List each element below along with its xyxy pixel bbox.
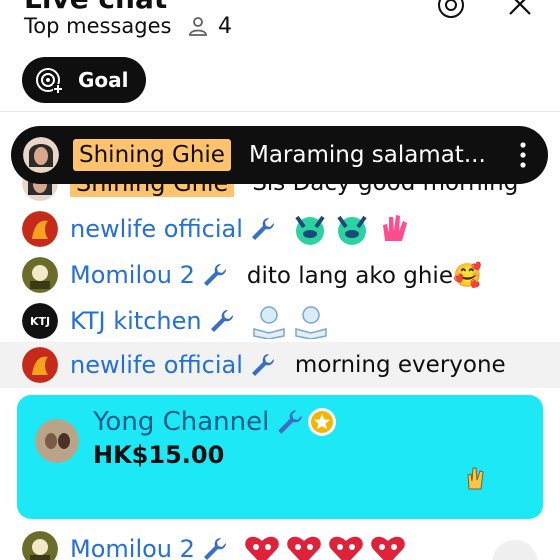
person-icon bbox=[189, 17, 207, 36]
wrench-icon bbox=[203, 263, 226, 286]
chat-emojis bbox=[250, 303, 330, 339]
lightbulb-book-emoji bbox=[252, 306, 285, 339]
chat-text: dito lang ako ghie🥰 bbox=[246, 262, 482, 289]
superchat-author[interactable]: Yong Channel bbox=[93, 407, 269, 437]
red-heart-face-emoji bbox=[329, 536, 363, 560]
chat-message[interactable]: Momilou 2 bbox=[0, 526, 560, 560]
chat-author[interactable]: Momilou 2 bbox=[70, 535, 195, 560]
chat-emojis bbox=[291, 211, 413, 247]
red-heart-face-emoji bbox=[371, 536, 405, 560]
superchat-card[interactable]: Yong Channel HK$15.00 bbox=[17, 395, 543, 519]
avatar bbox=[22, 531, 58, 560]
wrench-icon bbox=[251, 217, 274, 240]
superchat-author-row: Yong Channel bbox=[93, 407, 337, 437]
pinned-message[interactable]: Shining Ghie Maraming salamat... bbox=[11, 126, 548, 184]
chat-emojis bbox=[243, 531, 407, 560]
avatar bbox=[23, 137, 59, 173]
gear-icon[interactable] bbox=[434, 0, 468, 22]
waving-hand-emoji bbox=[382, 215, 407, 241]
top-messages-dropdown[interactable]: Top messages bbox=[24, 12, 171, 40]
avatar: KTJ bbox=[22, 303, 58, 339]
hands-raised-emoji bbox=[337, 215, 367, 245]
sticker-icon bbox=[467, 467, 484, 490]
wrench-icon bbox=[210, 309, 233, 332]
hands-raised-emoji bbox=[295, 215, 325, 245]
chat-message[interactable]: Momilou 2 dito lang ako ghie🥰 bbox=[0, 252, 560, 298]
red-heart-face-emoji bbox=[287, 536, 321, 560]
goal-button[interactable]: Goal bbox=[22, 57, 146, 103]
superchat-amount: HK$15.00 bbox=[93, 441, 225, 469]
chat-message[interactable]: KTJ KTJ kitchen bbox=[0, 298, 560, 344]
chat-author[interactable]: newlife official bbox=[70, 215, 243, 243]
viewer-count-value: 4 bbox=[218, 13, 232, 39]
chat-author[interactable]: newlife official bbox=[70, 351, 243, 379]
pinned-author-badge: Shining Ghie bbox=[73, 139, 231, 171]
avatar bbox=[22, 211, 58, 247]
avatar bbox=[22, 347, 58, 383]
more-vert-icon[interactable] bbox=[520, 142, 526, 168]
chat-message[interactable]: newlife official bbox=[0, 206, 560, 252]
close-icon[interactable] bbox=[506, 0, 534, 18]
svg-text:KTJ: KTJ bbox=[30, 315, 50, 328]
chat-message[interactable]: newlife official morning everyone bbox=[0, 342, 560, 388]
avatar bbox=[35, 419, 79, 463]
chat-header: Live chat Top messages 4 Goal bbox=[0, 0, 560, 112]
wrench-icon bbox=[251, 353, 274, 376]
goal-label: Goal bbox=[78, 68, 129, 92]
pinned-message-text: Maraming salamat... bbox=[248, 142, 486, 168]
wrench-icon bbox=[278, 410, 303, 434]
wrench-icon bbox=[203, 537, 226, 560]
avatar bbox=[22, 257, 58, 293]
viewer-count: 4 bbox=[186, 12, 232, 40]
goal-icon bbox=[36, 68, 63, 94]
lightbulb-book-emoji bbox=[294, 306, 327, 339]
chat-author[interactable]: Momilou 2 bbox=[70, 261, 195, 289]
chat-author[interactable]: KTJ kitchen bbox=[70, 307, 202, 335]
member-star-icon bbox=[308, 408, 337, 436]
chat-text: morning everyone bbox=[294, 352, 506, 378]
red-heart-face-emoji bbox=[245, 536, 279, 560]
